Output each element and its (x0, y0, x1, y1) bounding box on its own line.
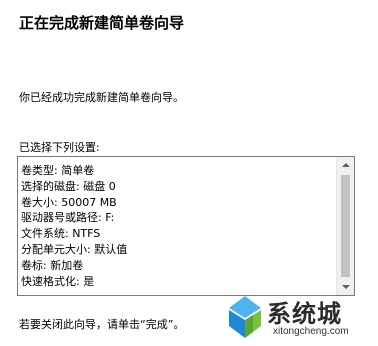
settings-item-file-system: 文件系统: NTFS (21, 227, 101, 241)
settings-list-box[interactable]: 卷类型: 简单卷 选择的磁盘: 磁盘 0 卷大小: 50007 MB 驱动器号或… (17, 156, 355, 296)
watermark-site-name: 系统城 (267, 300, 342, 328)
settings-item-disk: 选择的磁盘: 磁盘 0 (21, 179, 116, 193)
footer-instruction: 若要关闭此向导，请单击“完成”。 (19, 318, 185, 331)
settings-item-volume-size: 卷大小: 50007 MB (21, 195, 117, 209)
settings-label: 已选择下列设置: (19, 141, 100, 154)
settings-item-quick-format: 快速格式化: 是 (21, 274, 95, 288)
scroll-thumb[interactable] (341, 175, 350, 277)
arrow-up-icon (341, 163, 350, 167)
watermark-url: xitongcheng.com (273, 326, 349, 337)
watermark: 系统城 xitongcheng.com (223, 290, 378, 346)
settings-item-allocation-unit: 分配单元大小: 默认值 (21, 242, 128, 256)
settings-list: 卷类型: 简单卷 选择的磁盘: 磁盘 0 卷大小: 50007 MB 驱动器号或… (21, 163, 127, 289)
vertical-scrollbar[interactable] (336, 157, 354, 295)
intro-text: 你已经成功完成新建简单卷向导。 (19, 91, 184, 104)
settings-item-drive-letter: 驱动器号或路径: F: (21, 211, 115, 225)
page-title: 正在完成新建简单卷向导 (19, 14, 185, 32)
settings-item-volume-label: 卷标: 新加卷 (21, 258, 84, 272)
scroll-up-button[interactable] (337, 157, 354, 173)
arrow-down-icon (341, 285, 350, 289)
settings-item-volume-type: 卷类型: 简单卷 (21, 164, 95, 177)
site-logo-icon (229, 296, 261, 338)
